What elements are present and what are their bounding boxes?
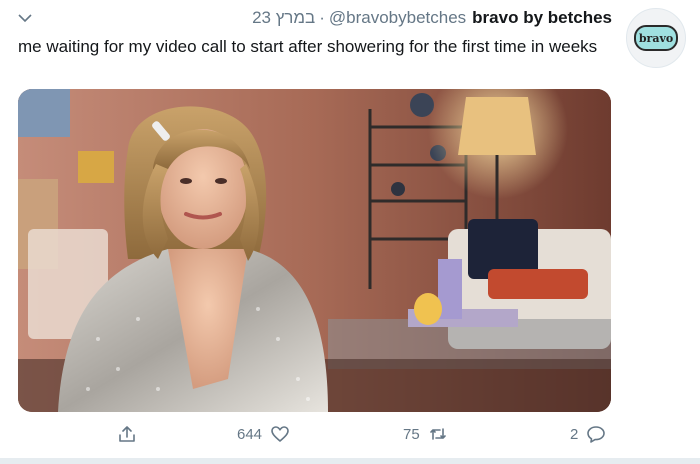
retweet-icon bbox=[429, 428, 446, 440]
divider bbox=[0, 458, 700, 464]
reply-icon bbox=[587, 426, 606, 443]
retweet-count: 75 bbox=[403, 425, 420, 443]
avatar[interactable]: bravo bbox=[626, 8, 686, 68]
avatar-label: bravo bbox=[638, 31, 674, 45]
video-still-image bbox=[18, 89, 611, 412]
like-button[interactable]: 644 bbox=[237, 424, 290, 444]
reply-button[interactable]: 2 bbox=[570, 424, 606, 444]
chevron-down-icon[interactable] bbox=[16, 11, 34, 25]
share-button[interactable] bbox=[117, 424, 137, 444]
tweet-date[interactable]: 23 במרץ bbox=[252, 8, 315, 27]
share-icon bbox=[119, 426, 135, 442]
reply-count: 2 bbox=[570, 425, 579, 443]
display-name[interactable]: bravo by betches bbox=[472, 8, 612, 27]
retweet-button[interactable]: 75 bbox=[403, 424, 448, 444]
tweet-text: me waiting for my video call to start af… bbox=[18, 37, 598, 56]
tweet-actions: 644 75 2 bbox=[0, 424, 700, 450]
avatar-logo: bravo bbox=[634, 25, 678, 51]
separator-dot: · bbox=[319, 8, 325, 27]
tweet-header: 23 במרץ · @bravobybetches bravo by betches bbox=[252, 8, 612, 28]
user-handle[interactable]: @bravobybetches bbox=[329, 8, 466, 27]
tweet-media-image[interactable] bbox=[18, 89, 611, 412]
like-count: 644 bbox=[237, 425, 263, 443]
heart-icon bbox=[271, 426, 289, 442]
